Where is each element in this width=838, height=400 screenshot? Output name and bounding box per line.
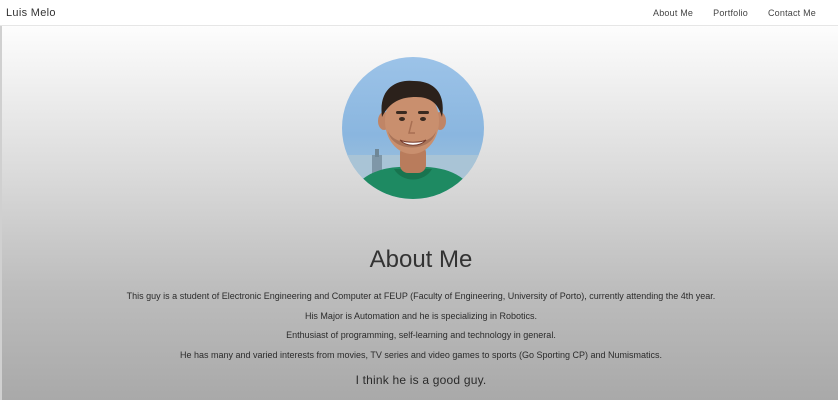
bio-paragraph: His Major is Automation and he is specia…	[304, 310, 538, 321]
about-section: About Me This guy is a student of Electr…	[0, 26, 838, 400]
brand-link[interactable]: Luis Melo	[6, 7, 56, 19]
bio-text: This guy is a student of Electronic Engi…	[2, 287, 838, 365]
bio-paragraph: This guy is a student of Electronic Engi…	[126, 291, 716, 301]
about-me-heading: About Me	[369, 246, 473, 273]
tagline: I think he is a good guy.	[355, 373, 487, 387]
nav-links: About Me Portfolio Contact Me	[633, 8, 816, 18]
bio-paragraph: He has many and varied interests from mo…	[179, 349, 663, 360]
profile-photo	[342, 57, 484, 199]
navbar: Luis Melo About Me Portfolio Contact Me	[0, 0, 838, 26]
nav-link-contact-me[interactable]: Contact Me	[768, 8, 816, 18]
profile-photo-illustration	[342, 80, 484, 199]
nav-link-portfolio[interactable]: Portfolio	[713, 8, 748, 18]
bio-paragraph: Enthusiast of programming, self-learning…	[286, 330, 556, 340]
nav-link-about-me[interactable]: About Me	[653, 8, 693, 18]
